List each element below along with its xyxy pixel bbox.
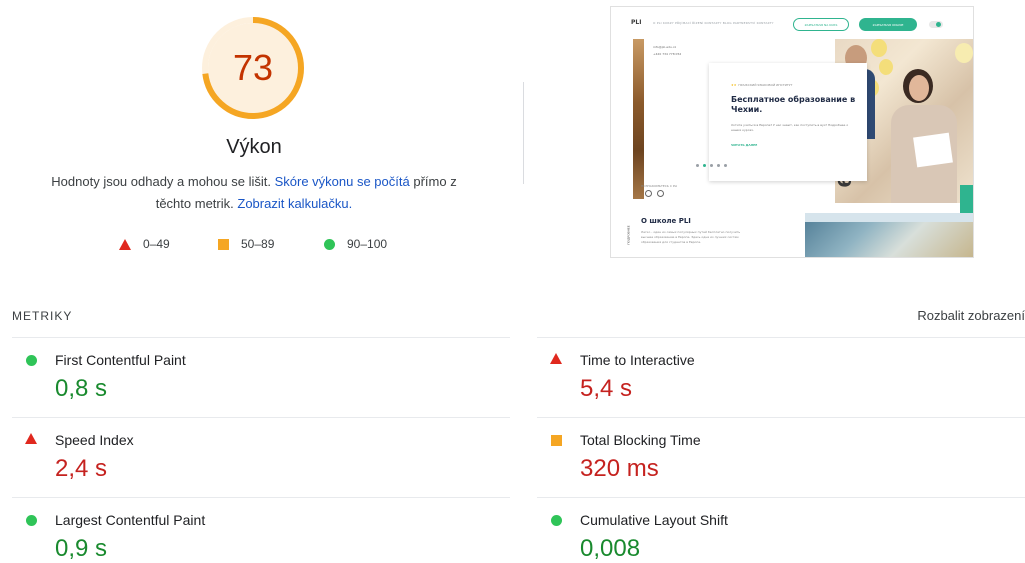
orange-square-icon (551, 435, 562, 446)
metric-label: Cumulative Layout Shift (580, 512, 728, 528)
calculator-link[interactable]: Zobrazit kalkulačku. (237, 196, 352, 211)
slider-dot (724, 164, 727, 167)
final-screenshot-thumbnail[interactable]: PLI O PLI KURZY PŘIJÍMACÍ ŘÍZENÍ KONTAKT… (610, 6, 974, 258)
thumb-slider-dots (696, 163, 732, 169)
thumb-card-link: ЧИТАТЬ ДАЛЕЕ (731, 143, 758, 147)
metric-label: Largest Contentful Paint (55, 512, 206, 528)
legend-poor: 0–49 (119, 234, 170, 254)
red-triangle-icon (119, 238, 131, 250)
green-circle-icon (551, 515, 562, 526)
slider-dot (696, 164, 699, 167)
green-circle-icon (324, 238, 335, 250)
metric-label: Speed Index (55, 432, 134, 448)
legend-average: 50–89 (218, 234, 274, 254)
slider-dot-active (703, 164, 706, 167)
metric-value: 5,4 s (580, 375, 633, 402)
thumb-hero-card: ★★ ПРАЖСКИЙ ЯЗЫКОВОЙ ИНСТИТУТ Бесплатное … (709, 63, 867, 181)
vertical-divider (523, 82, 524, 184)
green-circle-icon (26, 355, 37, 366)
score-description-text: Hodnoty jsou odhady a mohou se lišit. (51, 174, 271, 189)
score-calculation-link[interactable]: Skóre výkonu se počítá (275, 174, 410, 189)
thumb-menu: O PLI KURZY PŘIJÍMACÍ ŘÍZENÍ KONTAKTY BL… (653, 21, 774, 25)
thumb-card-text: Хотите учиться в Европе? У нас знают, ка… (731, 123, 849, 132)
thumb-about-title: О школе PLI (641, 217, 691, 225)
metric-total-blocking-time: Total Blocking Time 320 ms (537, 417, 1025, 497)
thumb-filled-button: ZAPISATЬSЯ ONLINE (859, 18, 917, 31)
balloon-icon (871, 39, 887, 57)
thumb-outline-button: ZAPISATЬSЯ NA KURS (793, 18, 849, 31)
metric-speed-index: Speed Index 2,4 s (12, 417, 510, 497)
arrow-right-icon (657, 190, 664, 197)
metric-value: 0,8 s (55, 375, 108, 402)
red-triangle-icon (550, 353, 562, 364)
arrow-left-icon (645, 190, 652, 197)
score-title: Výkon (226, 136, 282, 158)
metric-value: 320 ms (580, 455, 659, 482)
metric-value: 0,008 (580, 535, 641, 562)
thumb-card-title: Бесплатное образование в Чехии. (731, 95, 856, 114)
metrics-heading: METRIKY (12, 309, 73, 323)
thumb-about-text: Легко - один из самых популярных путей б… (641, 230, 741, 244)
legend-poor-label: 0–49 (143, 237, 170, 251)
metric-label: First Contentful Paint (55, 352, 186, 368)
metric-value: 2,4 s (55, 455, 108, 482)
legend-good-label: 90–100 (347, 237, 388, 251)
metric-cumulative-layout-shift: Cumulative Layout Shift 0,008 (537, 497, 1025, 563)
thumb-toggle-icon (929, 21, 943, 28)
score-value: 73 (232, 47, 274, 88)
green-circle-icon (26, 515, 37, 526)
metric-value: 0,9 s (55, 535, 108, 562)
slider-dot (717, 164, 720, 167)
thumb-logo: PLI (631, 19, 642, 26)
expand-view-toggle[interactable]: Rozbalit zobrazení (917, 308, 1025, 323)
metric-first-contentful-paint: First Contentful Paint 0,8 s (12, 337, 510, 417)
thumb-classroom-photo (805, 213, 973, 257)
thumb-contact: info@pli-edu.cz +420 734 778 052 (653, 44, 681, 58)
performance-score-gauge: 73 (199, 14, 307, 122)
metric-time-to-interactive: Time to Interactive 5,4 s (537, 337, 1025, 417)
balloon-icon (879, 59, 893, 75)
legend-good: 90–100 (324, 234, 387, 254)
metric-label: Total Blocking Time (580, 432, 701, 448)
score-legend: 0–49 50–89 90–100 (0, 234, 508, 254)
thumb-contact-email: info@pli-edu.cz (653, 45, 677, 49)
metric-label: Time to Interactive (580, 352, 695, 368)
thumb-card-eyebrow: ★★ ПРАЖСКИЙ ЯЗЫКОВОЙ ИНСТИТУТ (731, 83, 792, 87)
thumb-city-image (633, 39, 644, 199)
stars-icon: ★★ (731, 83, 737, 87)
thumb-small-text: ПОЗНАКОМЬТЕСЬ С PLI (641, 184, 678, 188)
thumb-card-eyebrow-text: ПРАЖСКИЙ ЯЗЫКОВОЙ ИНСТИТУТ (738, 83, 793, 87)
red-triangle-icon (25, 433, 37, 444)
thumb-arrow-circles (645, 190, 675, 198)
balloon-icon (955, 43, 973, 63)
thumb-navbar: PLI O PLI KURZY PŘIJÍMACÍ ŘÍZENÍ KONTAKT… (611, 7, 973, 37)
orange-square-icon (218, 238, 229, 250)
thumb-contact-phone: +420 734 778 052 (653, 52, 682, 56)
thumb-side-label: ПОДРОБНЕЕ (626, 225, 631, 245)
legend-average-label: 50–89 (241, 237, 275, 251)
student-sign (913, 132, 953, 168)
score-description: Hodnoty jsou odhady a mohou se lišit. Sk… (40, 171, 468, 215)
slider-dot (710, 164, 713, 167)
student-face (909, 75, 929, 101)
metric-largest-contentful-paint: Largest Contentful Paint 0,9 s (12, 497, 510, 563)
